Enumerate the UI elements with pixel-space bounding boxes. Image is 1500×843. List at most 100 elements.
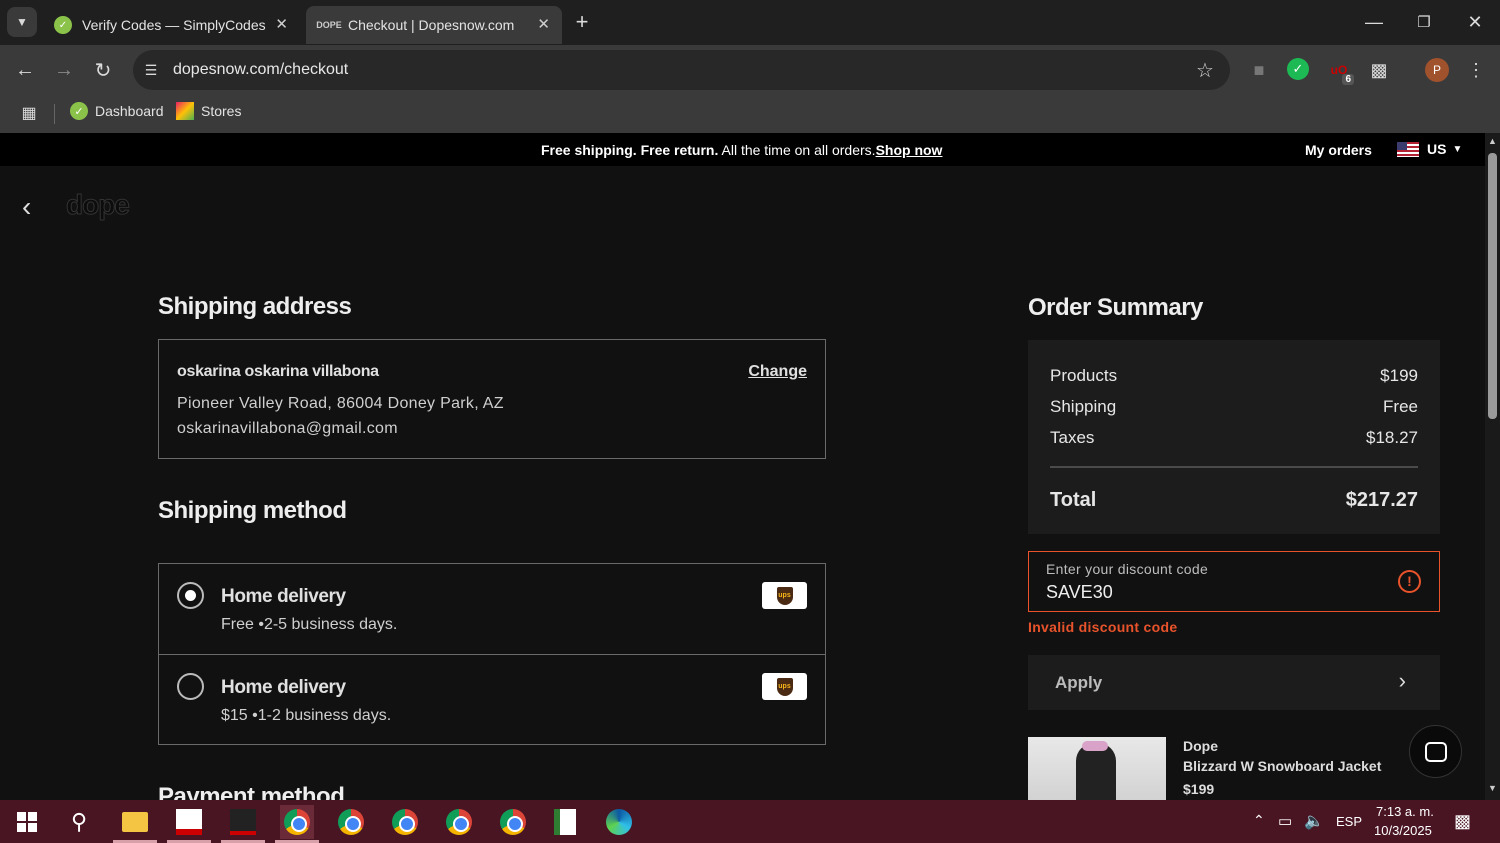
- url-text[interactable]: dopesnow.com/checkout: [173, 61, 348, 79]
- shipping-method-heading: Shipping method: [158, 497, 347, 524]
- scroll-up-icon[interactable]: ▲: [1488, 136, 1497, 146]
- reload-button[interactable]: ↻: [90, 57, 116, 83]
- clock-time[interactable]: 7:13 a. m.: [1376, 804, 1434, 819]
- bookmark-dashboard[interactable]: ✓ Dashboard: [70, 102, 164, 120]
- scrollbar-thumb[interactable]: [1488, 153, 1497, 419]
- apps-grid-icon[interactable]: ▦: [18, 102, 40, 124]
- shop-now-link[interactable]: Shop now: [876, 142, 943, 158]
- summary-divider: [1050, 466, 1418, 468]
- extension-badge: 6: [1342, 74, 1354, 85]
- file-explorer-icon[interactable]: [118, 805, 152, 839]
- volume-icon[interactable]: 🔈: [1304, 811, 1324, 831]
- profile-avatar[interactable]: P: [1425, 58, 1449, 82]
- dope-favicon-icon: DOPE: [316, 20, 342, 30]
- summary-value: $18.27: [1366, 428, 1418, 447]
- simplycodes-icon: ✓: [54, 16, 72, 34]
- customer-name: oskarina oskarina villabona: [177, 363, 379, 380]
- stores-icon: [176, 102, 194, 120]
- network-icon[interactable]: ▭: [1278, 812, 1292, 830]
- app-red-icon[interactable]: [172, 805, 206, 839]
- apply-label: Apply: [1055, 673, 1103, 692]
- shipping-option[interactable]: Home delivery $15 •1-2 business days. up…: [158, 654, 826, 745]
- change-address-link[interactable]: Change: [748, 363, 807, 381]
- tab-checkout[interactable]: DOPE Checkout | Dopesnow.com ✕: [306, 6, 562, 44]
- close-tab-icon[interactable]: ✕: [275, 15, 288, 33]
- bookmark-label: Stores: [201, 103, 242, 119]
- product-brand: Dope: [1183, 738, 1218, 754]
- chrome-icon[interactable]: [280, 805, 314, 839]
- back-arrow-icon[interactable]: ‹: [22, 191, 31, 223]
- profile-initial: P: [1432, 63, 1441, 77]
- address-bar[interactable]: ☰ dopesnow.com/checkout ☆: [133, 50, 1230, 90]
- shipping-radio[interactable]: [177, 673, 204, 700]
- promo-text: Free shipping. Free return. All the time…: [541, 142, 942, 158]
- scroll-down-icon[interactable]: ▼: [1488, 783, 1497, 793]
- tab-title: Checkout | Dopesnow.com: [348, 17, 515, 33]
- forward-button[interactable]: →: [51, 57, 77, 83]
- summary-label: Products: [1050, 366, 1118, 385]
- bookmark-stores[interactable]: Stores: [176, 102, 241, 120]
- my-orders-link[interactable]: My orders: [1305, 142, 1372, 158]
- shipping-option-detail: Free •2-5 business days.: [221, 616, 398, 633]
- close-window-button[interactable]: ✕: [1461, 8, 1489, 36]
- search-icon[interactable]: ⚲: [62, 805, 96, 839]
- chat-widget-button[interactable]: [1409, 725, 1462, 778]
- minimize-button[interactable]: —: [1360, 8, 1388, 36]
- extension-ublock-icon[interactable]: uO 6: [1327, 58, 1354, 85]
- app-dark-icon[interactable]: [226, 805, 260, 839]
- discount-error-message: Invalid discount code: [1028, 619, 1178, 635]
- promo-bold: Free shipping. Free return.: [541, 142, 719, 158]
- product-thumbnail: [1028, 737, 1166, 800]
- error-alert-icon: !: [1398, 570, 1421, 593]
- notifications-icon[interactable]: ▩: [1454, 811, 1471, 832]
- bookmarks-bar: ▦ ✓ Dashboard Stores: [0, 95, 1500, 133]
- chrome-icon[interactable]: [496, 805, 530, 839]
- new-tab-button[interactable]: +: [570, 9, 594, 34]
- summary-row-shipping: Shipping Free: [1050, 397, 1418, 417]
- clock-date[interactable]: 10/3/2025: [1374, 823, 1432, 838]
- back-button[interactable]: ←: [12, 57, 38, 83]
- chevron-right-icon: ›: [1398, 668, 1406, 693]
- discount-code-field[interactable]: Enter your discount code SAVE30 !: [1028, 551, 1440, 612]
- site-info-icon[interactable]: ☰: [141, 60, 161, 80]
- extension-robot-icon[interactable]: ■: [1247, 58, 1271, 82]
- tab-title: Verify Codes — SimplyCodes: [82, 17, 266, 33]
- dope-logo[interactable]: dope: [66, 189, 131, 221]
- extensions-puzzle-icon[interactable]: ▩: [1367, 58, 1391, 82]
- email-line: oskarinavillabona@gmail.com: [177, 420, 398, 437]
- discount-field-label: Enter your discount code: [1046, 561, 1209, 577]
- product-name[interactable]: Blizzard W Snowboard Jacket: [1183, 758, 1381, 774]
- tab-verify-codes[interactable]: ✓ Verify Codes — SimplyCodes ✕: [40, 6, 300, 44]
- ups-logo-icon: ups: [762, 673, 807, 700]
- region-label: US: [1427, 141, 1447, 157]
- promo-banner: Free shipping. Free return. All the time…: [0, 133, 1485, 166]
- close-tab-icon[interactable]: ✕: [537, 15, 550, 33]
- discount-code-input[interactable]: SAVE30: [1046, 582, 1113, 603]
- edge-icon[interactable]: [602, 805, 636, 839]
- region-selector[interactable]: US ▼: [1397, 141, 1462, 157]
- ups-logo-icon: ups: [762, 582, 807, 609]
- windows-start-icon[interactable]: [10, 805, 44, 839]
- promo-regular: All the time on all orders.: [718, 142, 876, 158]
- apply-discount-button[interactable]: Apply ›: [1028, 655, 1440, 710]
- bookmark-star-icon[interactable]: ☆: [1193, 58, 1217, 82]
- bookmarks-divider: [54, 104, 55, 124]
- chrome-icon[interactable]: [334, 805, 368, 839]
- tab-search-button[interactable]: ▼: [7, 7, 37, 37]
- extension-check-icon[interactable]: ✓: [1287, 58, 1309, 80]
- chrome-icon[interactable]: [388, 805, 422, 839]
- summary-label: Taxes: [1050, 428, 1095, 447]
- summary-value: Free: [1383, 397, 1418, 416]
- us-flag-icon: [1397, 141, 1419, 157]
- language-indicator[interactable]: ESP: [1336, 814, 1362, 829]
- page-scrollbar[interactable]: ▲ ▼: [1485, 133, 1500, 800]
- restore-button[interactable]: ❐: [1410, 8, 1438, 36]
- shipping-option[interactable]: Home delivery Free •2-5 business days. u…: [158, 563, 826, 655]
- shipping-radio-selected[interactable]: [177, 582, 204, 609]
- spreadsheet-icon[interactable]: [548, 805, 582, 839]
- bookmark-label: Dashboard: [95, 103, 164, 119]
- checkout-page: Free shipping. Free return. All the time…: [0, 133, 1485, 800]
- chrome-icon[interactable]: [442, 805, 476, 839]
- browser-menu-icon[interactable]: ⋮: [1465, 58, 1487, 82]
- chevron-up-icon[interactable]: ⌃: [1253, 812, 1265, 829]
